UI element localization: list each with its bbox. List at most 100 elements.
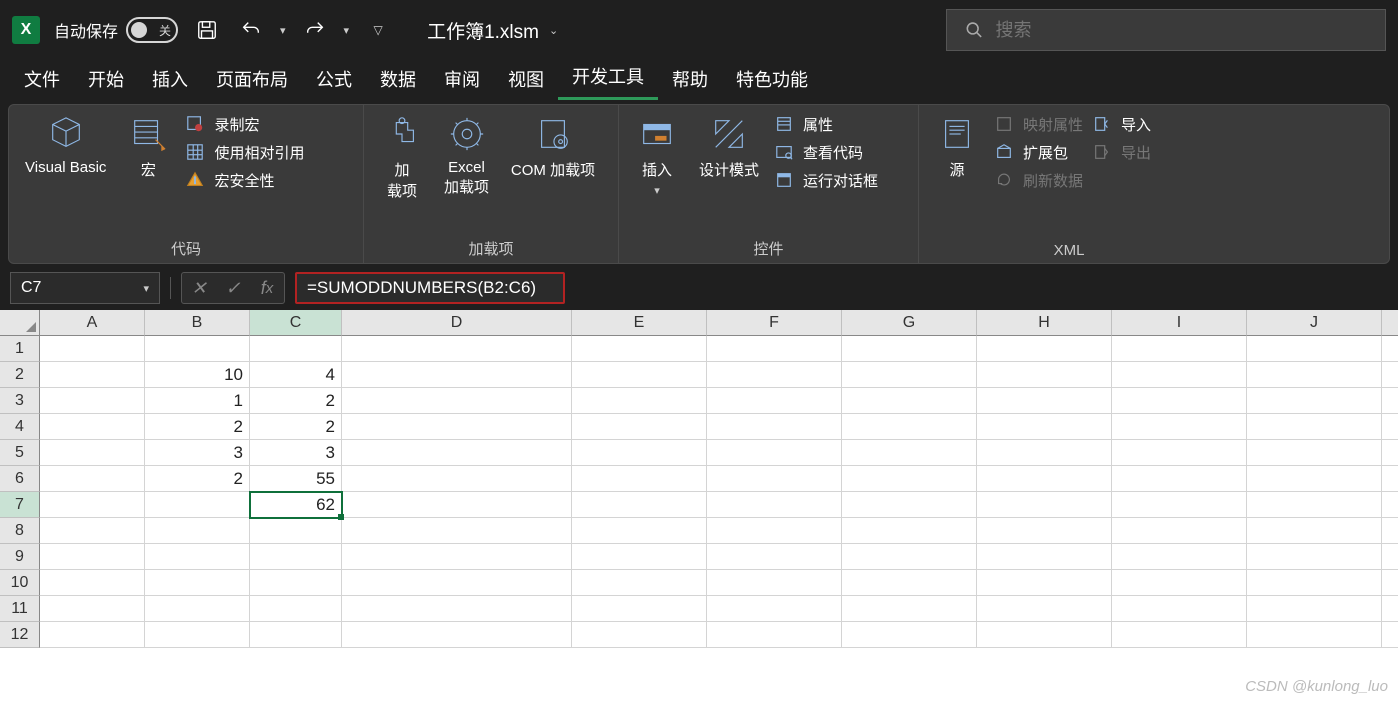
tab-home[interactable]: 开始 — [74, 58, 138, 100]
cell[interactable] — [572, 414, 707, 440]
cell[interactable] — [145, 544, 250, 570]
cell[interactable] — [1382, 544, 1398, 570]
cancel-formula-button[interactable]: ✕ — [182, 278, 216, 299]
xml-source-button[interactable]: 源 — [929, 111, 985, 182]
qat-customize-button[interactable]: ▽ — [363, 15, 393, 45]
cell[interactable] — [1247, 336, 1382, 362]
cell[interactable] — [707, 622, 842, 648]
xml-import-button[interactable]: 导入 — [1091, 113, 1151, 135]
cell[interactable] — [250, 596, 342, 622]
cell[interactable] — [1382, 570, 1398, 596]
cell[interactable] — [572, 388, 707, 414]
col-header[interactable]: E — [572, 310, 707, 336]
expansion-pack-button[interactable]: 扩展包 — [993, 141, 1083, 163]
redo-button[interactable] — [300, 15, 330, 45]
cell[interactable]: 10 — [145, 362, 250, 388]
cell[interactable]: 2 — [250, 414, 342, 440]
cell[interactable] — [40, 492, 145, 518]
cell[interactable]: 55 — [250, 466, 342, 492]
cell[interactable] — [707, 492, 842, 518]
select-all-corner[interactable] — [0, 310, 40, 336]
cell[interactable] — [1112, 570, 1247, 596]
cell[interactable] — [707, 362, 842, 388]
cell[interactable] — [572, 622, 707, 648]
cell[interactable] — [977, 622, 1112, 648]
cell[interactable] — [572, 544, 707, 570]
autosave-toggle[interactable]: 自动保存 关 — [54, 17, 178, 43]
cell[interactable] — [572, 492, 707, 518]
macros-button[interactable]: 宏 — [120, 111, 176, 182]
cell[interactable] — [1382, 388, 1398, 414]
cell[interactable] — [342, 570, 572, 596]
cell[interactable] — [1247, 544, 1382, 570]
tab-data[interactable]: 数据 — [366, 58, 430, 100]
cell[interactable] — [40, 388, 145, 414]
col-header[interactable]: G — [842, 310, 977, 336]
cell[interactable] — [707, 440, 842, 466]
addins-button[interactable]: 加 载项 — [374, 111, 430, 203]
cell[interactable] — [1247, 440, 1382, 466]
col-header[interactable]: C — [250, 310, 342, 336]
cell[interactable] — [707, 414, 842, 440]
cell[interactable] — [250, 622, 342, 648]
cell[interactable] — [1247, 388, 1382, 414]
cell[interactable] — [977, 466, 1112, 492]
tab-review[interactable]: 审阅 — [430, 58, 494, 100]
cell[interactable] — [842, 518, 977, 544]
cell[interactable] — [145, 518, 250, 544]
cell[interactable] — [1112, 414, 1247, 440]
cell[interactable]: 2 — [145, 414, 250, 440]
col-header[interactable]: J — [1247, 310, 1382, 336]
tab-developer[interactable]: 开发工具 — [558, 55, 658, 100]
undo-button[interactable] — [236, 15, 266, 45]
cell[interactable] — [1112, 466, 1247, 492]
cell[interactable]: 3 — [145, 440, 250, 466]
cell[interactable] — [1247, 466, 1382, 492]
cell[interactable] — [977, 570, 1112, 596]
cell[interactable] — [572, 466, 707, 492]
tab-pagelayout[interactable]: 页面布局 — [202, 58, 302, 100]
tab-view[interactable]: 视图 — [494, 58, 558, 100]
spreadsheet-grid[interactable]: ABCDEFGHIJK12104312422533625576289101112… — [0, 310, 1398, 701]
cell[interactable]: 62 — [250, 492, 342, 518]
col-header[interactable]: D — [342, 310, 572, 336]
cell[interactable] — [1112, 440, 1247, 466]
design-mode-button[interactable]: 设计模式 — [693, 111, 765, 182]
cell[interactable] — [707, 518, 842, 544]
macro-security-button[interactable]: !宏安全性 — [184, 169, 304, 191]
cell[interactable] — [250, 544, 342, 570]
cell[interactable] — [1247, 518, 1382, 544]
cell[interactable] — [40, 622, 145, 648]
col-header[interactable]: K — [1382, 310, 1398, 336]
col-header[interactable]: B — [145, 310, 250, 336]
row-header[interactable]: 8 — [0, 518, 40, 544]
cell[interactable] — [250, 336, 342, 362]
cell[interactable] — [1382, 622, 1398, 648]
tab-file[interactable]: 文件 — [10, 58, 74, 100]
cell[interactable] — [145, 570, 250, 596]
cell[interactable] — [1382, 492, 1398, 518]
tab-insert[interactable]: 插入 — [138, 58, 202, 100]
cell[interactable]: 2 — [145, 466, 250, 492]
cell[interactable] — [342, 596, 572, 622]
view-code-button[interactable]: 查看代码 — [773, 141, 878, 163]
row-header[interactable]: 1 — [0, 336, 40, 362]
tab-features[interactable]: 特色功能 — [722, 58, 822, 100]
cell[interactable] — [1382, 362, 1398, 388]
cell[interactable] — [842, 544, 977, 570]
cell[interactable] — [342, 518, 572, 544]
col-header[interactable]: A — [40, 310, 145, 336]
filename[interactable]: 工作簿1.xlsm ⌄ — [427, 17, 558, 44]
save-button[interactable] — [192, 15, 222, 45]
chevron-down-icon[interactable]: ▾ — [344, 24, 350, 37]
toggle-switch[interactable]: 关 — [126, 17, 178, 43]
cell[interactable] — [1247, 596, 1382, 622]
cell[interactable]: 1 — [145, 388, 250, 414]
cell[interactable] — [977, 544, 1112, 570]
cell[interactable]: 4 — [250, 362, 342, 388]
cell[interactable] — [842, 596, 977, 622]
cell[interactable] — [1382, 518, 1398, 544]
cell[interactable] — [1247, 414, 1382, 440]
cell[interactable] — [1112, 388, 1247, 414]
cell[interactable] — [40, 336, 145, 362]
